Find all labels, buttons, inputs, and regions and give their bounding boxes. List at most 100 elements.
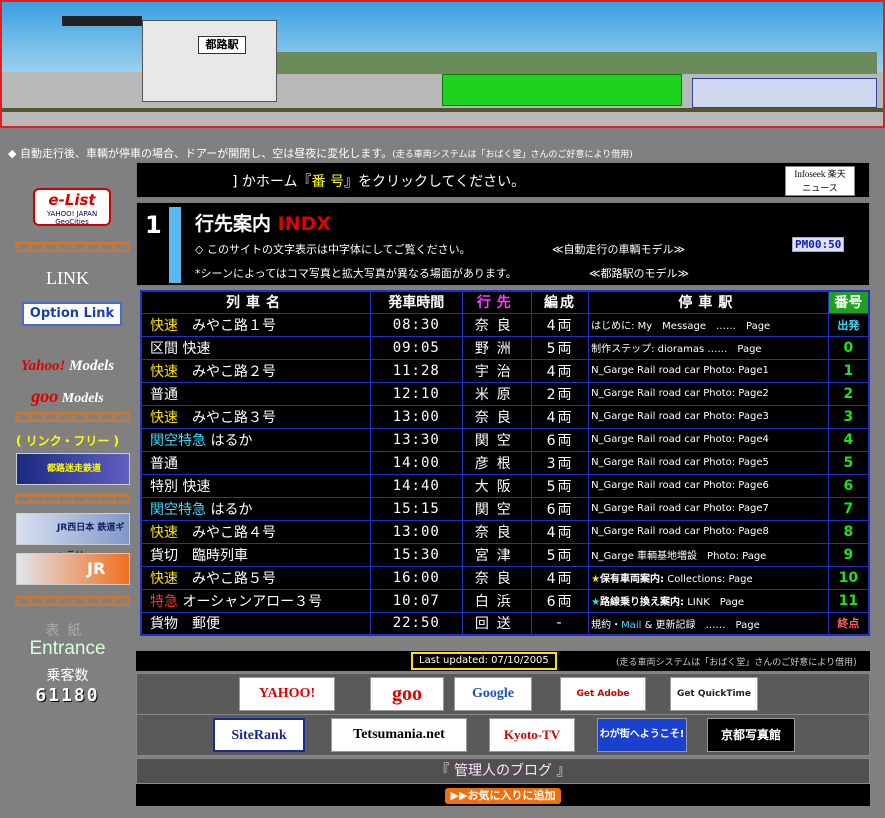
stop-text: N_Garge Rail road car Photo: Page5	[591, 457, 769, 468]
train-type: 普通	[150, 386, 178, 403]
stop-link-cell[interactable]: N_Garge Rail road car Photo: Page7	[588, 496, 829, 521]
train-name-cell: 特別 快速	[140, 473, 371, 498]
formation-cell: 5両	[530, 542, 590, 567]
platform-number-button[interactable]: 10	[827, 565, 870, 590]
stop-link-cell[interactable]: 制作ステップ: dioramas …… Page	[588, 335, 829, 360]
elist-title: e-List	[48, 191, 96, 209]
star-icon: ★	[591, 574, 601, 585]
train-name-cell: 快速 みやこ路１号	[140, 312, 371, 337]
instruction-highlight: 番 号	[311, 174, 344, 190]
train-type: 快速	[150, 363, 178, 380]
train-name-cell: 関空特急 はるか	[140, 496, 371, 521]
stop-link-cell[interactable]: ★路線乗り換え案内: LINK Page	[588, 588, 829, 613]
platform-number-button[interactable]: 11	[827, 588, 870, 613]
train-name-cell: 貨切 臨時列車	[140, 542, 371, 567]
infoseek-news-banner[interactable]: Infoseek 楽天 ニュース	[785, 166, 855, 196]
yahoo-japan-logo[interactable]: YAHOO! JAPAN	[239, 677, 335, 733]
destination-cell: 白浜	[461, 588, 532, 613]
platform-number-button[interactable]: 出発	[827, 312, 870, 337]
board-row: 快速 みやこ路４号 13:00 奈良 4両 N_Garge Rail road car …	[140, 519, 870, 544]
quicktime-logo[interactable]: Get QuickTime	[670, 677, 758, 711]
departure-time-cell: 09:05	[369, 335, 463, 360]
goo-models-link[interactable]: goo Models	[0, 386, 135, 407]
instruction-bar: ] かホーム『番 号』をクリックしてください。 Infoseek 楽天 ニュース	[136, 162, 870, 198]
platform-number-button[interactable]: 4	[827, 427, 870, 452]
mail-link[interactable]: Mail	[621, 620, 641, 631]
board-row: 快速 みやこ路１号 08:30 奈良 4両 はじめに: My Message …… Pa…	[140, 312, 870, 337]
departure-time-cell: 13:00	[369, 404, 463, 429]
platform-number-button[interactable]: 2	[827, 381, 870, 406]
adobe-reader-logo[interactable]: Get Adobe Reader	[560, 677, 646, 731]
departure-time-cell: 15:15	[369, 496, 463, 521]
instruction-text: ] かホーム『番 号』をクリックしてください。	[232, 171, 525, 191]
link-free-label: ( リンク・フリー )	[15, 434, 120, 448]
platform-number-button[interactable]: 5	[827, 450, 870, 475]
instruction-prefix: ] かホーム『	[232, 174, 312, 190]
train-type: 普通	[150, 455, 178, 472]
departure-time-cell: 14:00	[369, 450, 463, 475]
destination-cell: 彦根	[461, 450, 532, 475]
miyaroji-railway-banner[interactable]: 都路迷走鉄道	[16, 453, 130, 485]
siterank-logo[interactable]: SiteRank	[213, 718, 305, 752]
platform-number-button[interactable]: 0	[827, 335, 870, 360]
yahoo-models-word: Models	[65, 358, 115, 374]
cover-label: 表紙	[45, 623, 90, 639]
tetsumania-logo[interactable]: Tetsumania.net	[331, 718, 467, 752]
platform-number-button[interactable]: 1	[827, 358, 870, 383]
platform-number-button[interactable]: 9	[827, 542, 870, 567]
font-size-note: ◇ このサイトの文字表示は中字体にしてご覧ください。	[195, 243, 471, 256]
jr-banner[interactable]: JR	[16, 553, 130, 585]
departure-time-cell: 10:07	[369, 588, 463, 613]
station-platform	[277, 52, 877, 74]
platform-number-button[interactable]: 終点	[827, 611, 870, 636]
stop-link-cell[interactable]: N_Garge Rail road car Photo: Page3	[588, 404, 829, 429]
add-to-favorites-button[interactable]: ▶▶お気に入りに追加	[444, 788, 562, 804]
goo-logo[interactable]: goo	[370, 677, 444, 711]
platform-number-button[interactable]: 3	[827, 404, 870, 429]
station-model-link[interactable]: ≪都路駅のモデル≫	[589, 265, 689, 281]
infoseek-sub: ニュース	[802, 183, 838, 193]
stop-link-cell[interactable]: はじめに: My Message …… Page	[588, 312, 829, 337]
formation-cell: 5両	[530, 473, 590, 498]
admin-blog-link[interactable]: 『 管理人のブログ 』	[436, 763, 571, 779]
welcome-town-logo[interactable]: わが街へようこそ!	[597, 718, 687, 752]
kyoto-tv-logo[interactable]: Kyoto-TV	[489, 718, 575, 752]
platform-number-button[interactable]: 6	[827, 473, 870, 498]
elist-badge[interactable]: e-List YAHOO! JAPAN GeoCities	[33, 188, 111, 226]
stop-link-cell[interactable]: 規約・Mail & 更新記録 …… Page	[588, 611, 829, 636]
departure-time-cell: 12:10	[369, 381, 463, 406]
option-link-button[interactable]: Option Link	[22, 302, 122, 326]
station-roof	[62, 16, 142, 26]
entrance-link[interactable]: Entrance	[0, 638, 135, 660]
stop-link-cell[interactable]: N_Garge Rail road car Photo: Page4	[588, 427, 829, 452]
auto-run-model-link[interactable]: ≪自動走行の車輌モデル≫	[552, 241, 685, 257]
kyoto-photo-logo[interactable]: 京都写真館	[707, 718, 795, 752]
stop-link-cell[interactable]: N_Garge Rail road car Photo: Page5	[588, 450, 829, 475]
train-name-cell: 快速 みやこ路２号	[140, 358, 371, 383]
stop-text: 制作ステップ: dioramas …… Page	[591, 344, 762, 355]
sidebar: e-List YAHOO! JAPAN GeoCities LINK Optio…	[0, 180, 135, 710]
yahoo-models-link[interactable]: Yahoo! Models	[0, 358, 135, 375]
google-logo[interactable]: Google	[454, 677, 532, 711]
train-type: 関空特急	[150, 501, 206, 518]
stop-link-cell[interactable]: ★保有車両案内: Collections: Page	[588, 565, 829, 590]
credit-text: (走る車両システムは「おばく堂」さんのご好意により借用)	[616, 658, 857, 668]
formation-cell: 4両	[530, 404, 590, 429]
train-type: 区間 快速	[150, 340, 211, 357]
stop-link-cell[interactable]: N_Garge Rail road car Photo: Page8	[588, 519, 829, 544]
visitor-counter: 61180	[35, 685, 100, 706]
panel-accent-bar	[169, 207, 181, 283]
jr-west-gallery-banner[interactable]: JR西日本 鉄道ギャラリー	[16, 513, 130, 561]
stop-link-cell[interactable]: N_Garge 車輌基地増設 Photo: Page	[588, 542, 829, 567]
platform-number-button[interactable]: 7	[827, 496, 870, 521]
train-name: はるか	[206, 432, 253, 449]
stop-link-cell[interactable]: N_Garge Rail road car Photo: Page6	[588, 473, 829, 498]
notice-credit: (走る車両システムは「おばく堂」さんのご好意により借用)	[392, 150, 633, 160]
infoseek-brand: Infoseek 楽天	[794, 169, 846, 179]
stop-link-cell[interactable]: N_Garge Rail road car Photo: Page1	[588, 358, 829, 383]
clock-display: PM00:50	[792, 237, 845, 252]
stop-text: N_Garge Rail road car Photo: Page2	[591, 388, 769, 399]
stop-link-cell[interactable]: N_Garge Rail road car Photo: Page2	[588, 381, 829, 406]
platform-number-button[interactable]: 8	[827, 519, 870, 544]
formation-cell: 6両	[530, 496, 590, 521]
